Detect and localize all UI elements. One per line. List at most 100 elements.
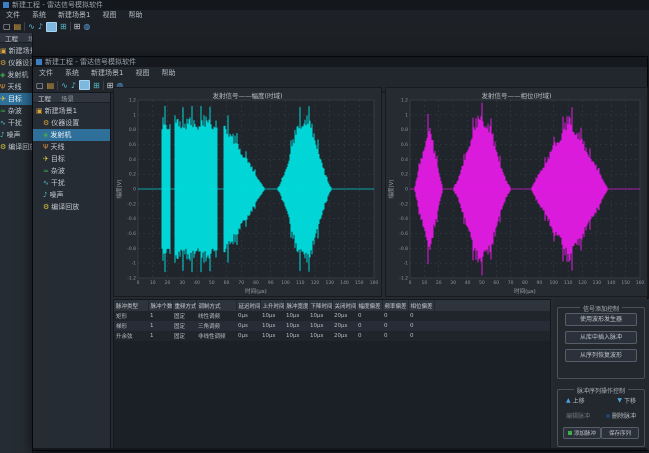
column-header[interactable]: 脉冲类型 bbox=[114, 300, 148, 311]
delete-pulse-button[interactable]: 删除脉冲 bbox=[606, 411, 636, 420]
tree-item-label: 干扰 bbox=[51, 178, 65, 188]
tree-item-杂波[interactable]: ≈杂波 bbox=[33, 165, 110, 177]
signal-add-button-1[interactable]: 从库中插入脉冲 bbox=[565, 331, 637, 344]
add-pulse-button[interactable]: 添加脉冲 bbox=[563, 427, 601, 439]
tree-item-编译回放[interactable]: ⚙编译回放 bbox=[0, 141, 32, 153]
open-folder-icon[interactable]: ▤ bbox=[47, 81, 55, 90]
column-header[interactable]: 调制方式 bbox=[196, 300, 236, 311]
move-down-button[interactable]: ▼ 下移 bbox=[617, 396, 636, 405]
column-header[interactable]: 重频方式 bbox=[172, 300, 196, 311]
tree-item-发射机[interactable]: ◈发射机 bbox=[0, 69, 32, 81]
signal-add-button-0[interactable]: 使用波形发生器 bbox=[565, 313, 637, 326]
save-sequence-button[interactable]: 保存序列 bbox=[601, 427, 639, 439]
menu-item-3[interactable]: 视图 bbox=[96, 10, 122, 20]
signal-add-button-2[interactable]: 从序列恢复波形 bbox=[565, 349, 637, 362]
menu-item-1[interactable]: 系统 bbox=[59, 68, 85, 78]
x-axis-label: 时间(μs) bbox=[514, 287, 536, 295]
compile-replay-icon: ⚙ bbox=[43, 203, 49, 211]
tree-item-噪声[interactable]: ♪噪声 bbox=[0, 129, 32, 141]
new-file-icon[interactable]: ▢ bbox=[3, 22, 11, 31]
jamming-icon: ∿ bbox=[0, 119, 6, 127]
table-cell: 10μs bbox=[284, 331, 308, 341]
svg-text:50: 50 bbox=[479, 280, 485, 286]
column-header[interactable]: 延迟时间 bbox=[236, 300, 260, 311]
tree-item-干扰[interactable]: ∿干扰 bbox=[33, 177, 110, 189]
menu-item-0[interactable]: 文件 bbox=[0, 10, 26, 20]
svg-text:0: 0 bbox=[409, 280, 412, 286]
table-header-row: 脉冲类型脉冲个数重频方式调制方式延迟时间上升时间脉冲宽度下降时间关闭时间幅度偏差… bbox=[114, 300, 551, 311]
layout-grid-icon[interactable]: ⊞ bbox=[74, 22, 81, 31]
tree-item-杂波[interactable]: ≈杂波 bbox=[0, 105, 32, 117]
tab-scene[interactable]: 场景 bbox=[23, 33, 33, 43]
menu-item-3[interactable]: 视图 bbox=[129, 68, 155, 78]
table-cell: 固定 bbox=[172, 321, 196, 331]
menu-item-2[interactable]: 新建场景1 bbox=[85, 68, 129, 78]
clutter-waves-icon: ≈ bbox=[43, 167, 49, 175]
table-row[interactable]: 升余弦1固定非线性调频0μs10μs10μs10μs20μs000 bbox=[114, 331, 551, 341]
move-up-button[interactable]: ▲ 上移 bbox=[566, 396, 585, 405]
globe-icon[interactable]: ◍ bbox=[83, 22, 90, 31]
tree-item-新建场景1[interactable]: ▣新建场景1 bbox=[33, 105, 110, 117]
edit-pulse-button[interactable]: 编辑脉冲 bbox=[566, 411, 590, 420]
column-header[interactable]: 频率偏差 bbox=[382, 300, 408, 311]
column-header[interactable]: 相位偏差 bbox=[408, 300, 434, 311]
tab-project[interactable]: 工程 bbox=[0, 33, 23, 43]
tile-view-icon[interactable]: ⊞ bbox=[93, 81, 100, 90]
tree-item-仪器设置[interactable]: ⚙仪器设置 bbox=[0, 57, 32, 69]
inner-window-title: 新建工程 - 雷达信号模拟软件 bbox=[45, 57, 136, 67]
svg-text:-0.8: -0.8 bbox=[399, 246, 408, 252]
tree-item-目标[interactable]: ✈目标 bbox=[33, 153, 110, 165]
tab-project[interactable]: 工程 bbox=[33, 93, 56, 103]
column-header[interactable] bbox=[434, 300, 551, 311]
svg-text:90: 90 bbox=[537, 280, 543, 286]
arrow-down-icon: ▼ bbox=[617, 397, 622, 404]
column-header[interactable]: 关闭时间 bbox=[332, 300, 356, 311]
waveform-icon[interactable]: ∿ bbox=[61, 81, 68, 90]
menu-item-2[interactable]: 新建场景1 bbox=[52, 10, 96, 20]
tree-item-天线[interactable]: Ψ天线 bbox=[33, 141, 110, 153]
open-folder-icon[interactable]: ▤ bbox=[14, 22, 22, 31]
svg-text:0: 0 bbox=[405, 187, 408, 193]
waveform-icon[interactable]: ∿ bbox=[28, 22, 35, 31]
pulse-table[interactable]: 脉冲类型脉冲个数重频方式调制方式延迟时间上升时间脉冲宽度下降时间关闭时间幅度偏差… bbox=[113, 299, 551, 450]
tree-item-编译回放[interactable]: ⚙编译回放 bbox=[33, 201, 110, 213]
noise-mic-icon: ♪ bbox=[43, 191, 47, 199]
column-header[interactable]: 脉冲个数 bbox=[148, 300, 172, 311]
chart-amplitude-time: 发射信号——幅度(时域) 1.210.80.60.40.20-0.2-0.4-0… bbox=[113, 87, 382, 297]
svg-text:90: 90 bbox=[268, 280, 274, 286]
tree-item-发射机[interactable]: ◈发射机 bbox=[33, 129, 110, 141]
column-header[interactable]: 上升时间 bbox=[260, 300, 284, 311]
map-view-button[interactable] bbox=[79, 80, 90, 90]
tree-item-天线[interactable]: Ψ天线 bbox=[0, 81, 32, 93]
signal-add-groupbox: 信号添加控制 使用波形发生器从库中插入脉冲从序列恢复波形 bbox=[557, 307, 645, 379]
svg-text:-0.4: -0.4 bbox=[127, 216, 136, 222]
tab-scene[interactable]: 场景 bbox=[56, 93, 79, 103]
satellite-map[interactable] bbox=[106, 20, 649, 57]
menu-item-0[interactable]: 文件 bbox=[33, 68, 59, 78]
svg-text:-0.6: -0.6 bbox=[127, 231, 136, 237]
svg-text:-0.8: -0.8 bbox=[127, 246, 136, 252]
column-header[interactable]: 下降时间 bbox=[308, 300, 332, 311]
tree-item-仪器设置[interactable]: ⚙仪器设置 bbox=[33, 117, 110, 129]
tree-item-目标[interactable]: ✈目标 bbox=[0, 93, 32, 105]
new-file-icon[interactable]: ▢ bbox=[36, 81, 44, 90]
menu-item-4[interactable]: 帮助 bbox=[155, 68, 181, 78]
column-header[interactable]: 幅度偏差 bbox=[356, 300, 382, 311]
menu-item-4[interactable]: 帮助 bbox=[122, 10, 148, 20]
svg-text:120: 120 bbox=[311, 280, 320, 286]
tree-item-新建场景1[interactable]: ▣新建场景1 bbox=[0, 45, 32, 57]
table-cell: 固定 bbox=[172, 311, 196, 321]
tile-view-icon[interactable]: ⊞ bbox=[60, 22, 67, 31]
menu-item-1[interactable]: 系统 bbox=[26, 10, 52, 20]
table-row[interactable]: 矩形1固定线性调频0μs10μs10μs10μs20μs000 bbox=[114, 311, 551, 321]
audio-icon[interactable]: ♪ bbox=[71, 81, 76, 90]
column-header[interactable]: 脉冲宽度 bbox=[284, 300, 308, 311]
map-view-button[interactable] bbox=[46, 22, 57, 32]
audio-icon[interactable]: ♪ bbox=[38, 22, 43, 31]
table-cell: 升余弦 bbox=[114, 331, 148, 341]
table-row[interactable]: 梯形1固定三角调频0μs10μs10μs10μs20μs000 bbox=[114, 321, 551, 331]
tree-item-干扰[interactable]: ∿干扰 bbox=[0, 117, 32, 129]
satellite-map[interactable] bbox=[33, 33, 106, 57]
tree-item-噪声[interactable]: ♪噪声 bbox=[33, 189, 110, 201]
tree-item-label: 编译回放 bbox=[8, 142, 32, 152]
